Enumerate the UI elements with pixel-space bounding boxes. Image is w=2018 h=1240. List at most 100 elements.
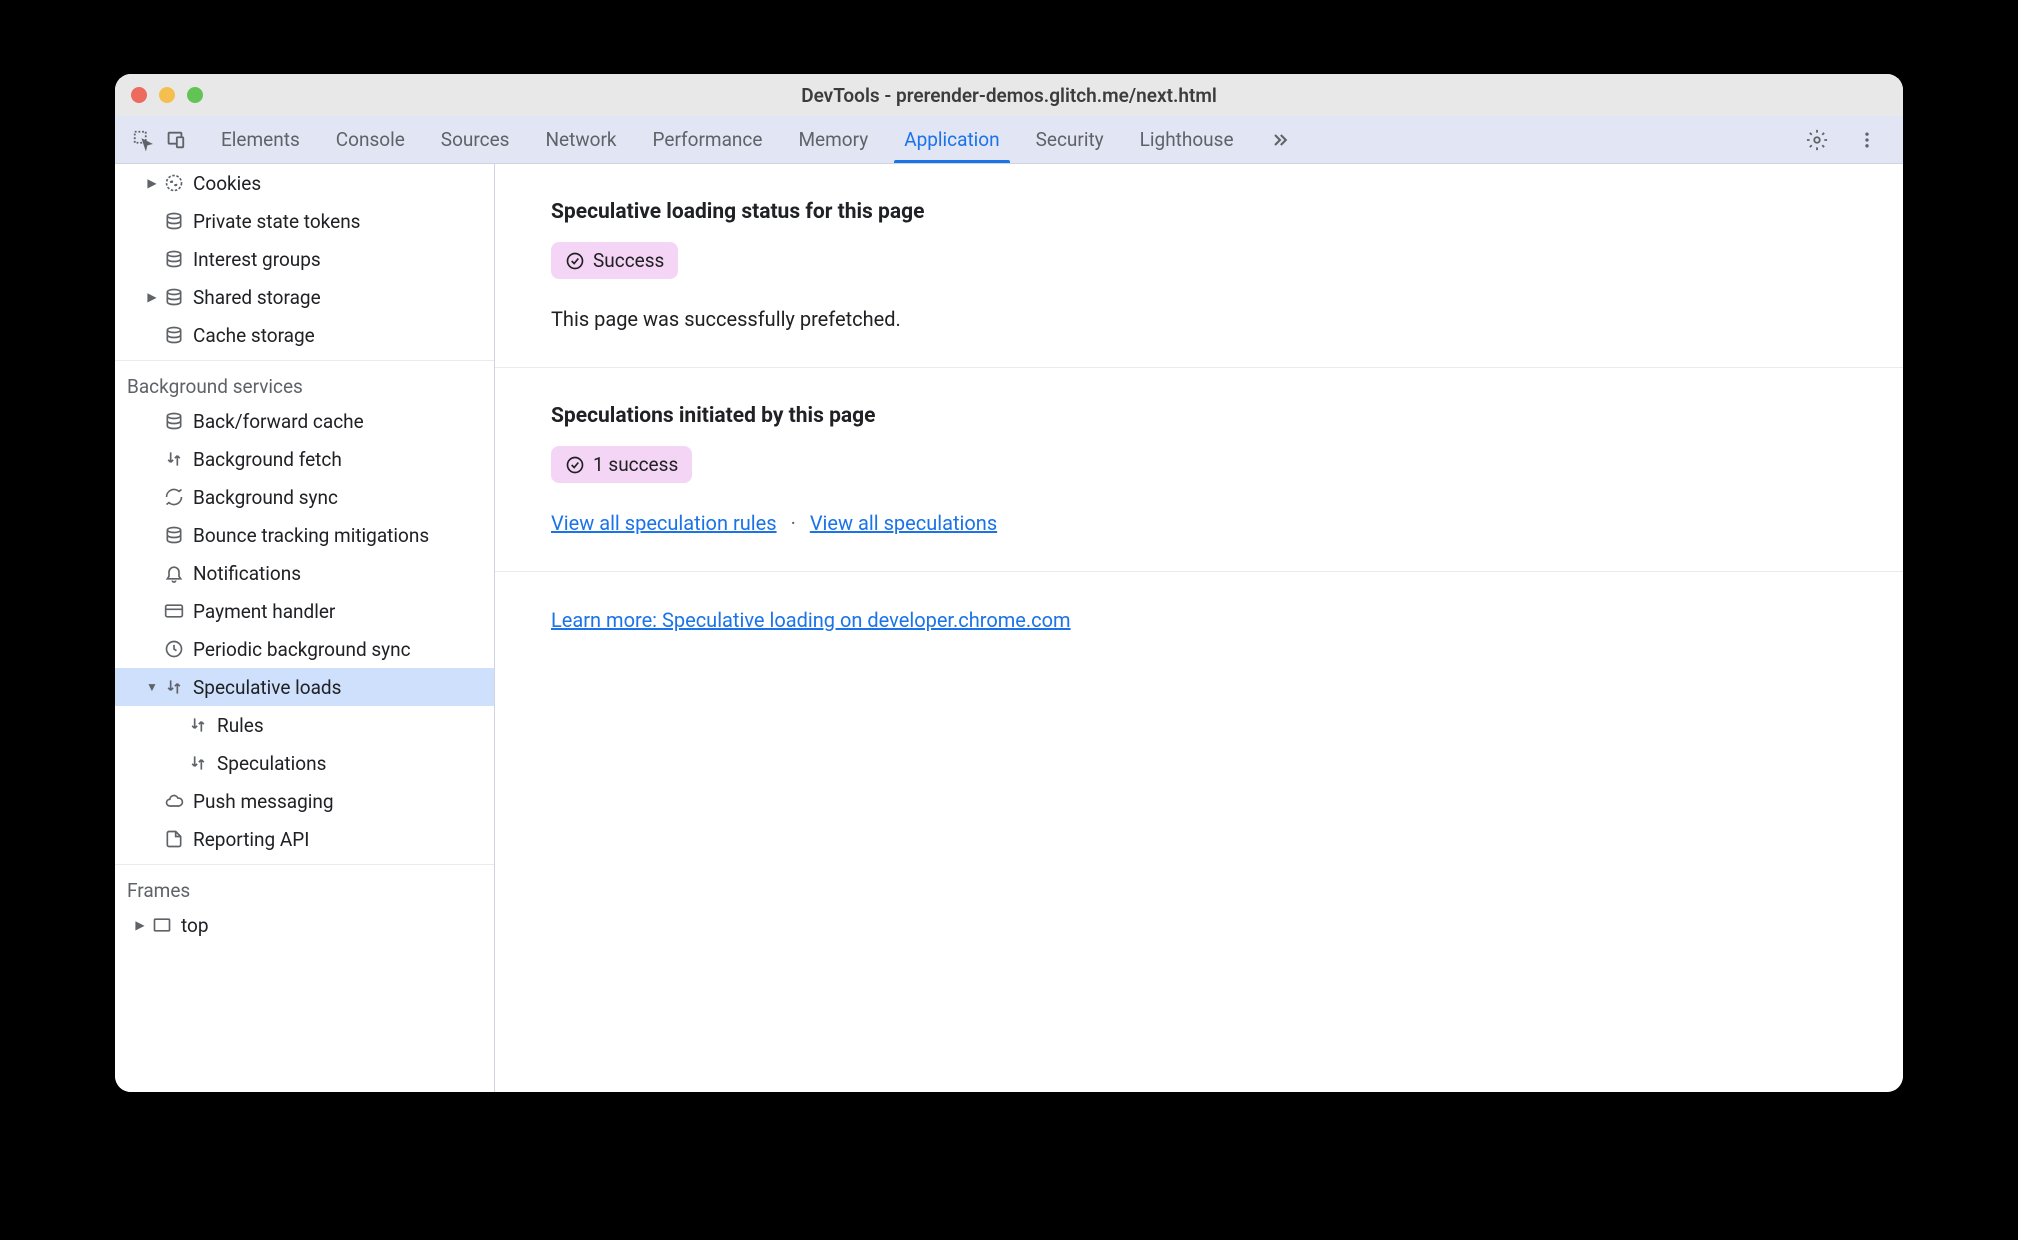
tree-label: Rules xyxy=(217,714,264,737)
more-options-icon[interactable] xyxy=(1851,124,1883,156)
tab-security[interactable]: Security xyxy=(1018,116,1122,163)
sidebar-item-background-sync[interactable]: Background sync xyxy=(115,478,494,516)
tab-console[interactable]: Console xyxy=(318,116,423,163)
tab-label: Lighthouse xyxy=(1140,128,1234,151)
chevron-right-double-icon xyxy=(1270,130,1290,150)
sidebar-item-cache-storage[interactable]: Cache storage xyxy=(115,316,494,354)
sidebar-section-frames: Frames xyxy=(115,864,494,906)
tab-label: Console xyxy=(336,128,405,151)
sync-icon xyxy=(163,486,185,508)
tree-label: Push messaging xyxy=(193,790,334,813)
tab-memory[interactable]: Memory xyxy=(780,116,886,163)
link-learn-more[interactable]: Learn more: Speculative loading on devel… xyxy=(551,608,1071,632)
updown-icon xyxy=(187,752,209,774)
tab-label: Security xyxy=(1036,128,1104,151)
check-circle-icon xyxy=(565,251,585,271)
clock-icon xyxy=(163,638,185,660)
updown-icon xyxy=(187,714,209,736)
toolbar-right xyxy=(1801,124,1891,156)
sidebar-item-background-fetch[interactable]: Background fetch xyxy=(115,440,494,478)
close-window-button[interactable] xyxy=(131,87,147,103)
sidebar-item-rules[interactable]: Rules xyxy=(115,706,494,744)
status-badge: Success xyxy=(551,242,678,279)
sidebar-item-bounce-tracking[interactable]: Bounce tracking mitigations xyxy=(115,516,494,554)
sidebar-item-speculative-loads[interactable]: ▼ Speculative loads xyxy=(115,668,494,706)
tab-label: Sources xyxy=(441,128,510,151)
tree-label: Speculations xyxy=(217,752,326,775)
sidebar-item-speculations[interactable]: Speculations xyxy=(115,744,494,782)
cloud-icon xyxy=(163,790,185,812)
section-loading-status: Speculative loading status for this page… xyxy=(495,164,1903,368)
tree-label: Notifications xyxy=(193,562,301,585)
database-icon xyxy=(163,248,185,270)
traffic-lights xyxy=(131,87,203,103)
tree-label: Cookies xyxy=(193,172,261,195)
expand-arrow-icon: ▶ xyxy=(145,290,159,304)
window-title: DevTools - prerender-demos.glitch.me/nex… xyxy=(115,84,1903,107)
database-icon xyxy=(163,524,185,546)
sidebar-item-push-messaging[interactable]: Push messaging xyxy=(115,782,494,820)
application-sidebar: ▶ Cookies Private state tokens Interest … xyxy=(115,164,495,1092)
main-panel: Speculative loading status for this page… xyxy=(495,164,1903,1092)
sidebar-item-reporting-api[interactable]: Reporting API xyxy=(115,820,494,858)
tab-elements[interactable]: Elements xyxy=(203,116,318,163)
link-view-all-speculations[interactable]: View all speculations xyxy=(810,511,997,535)
database-icon xyxy=(163,324,185,346)
bell-icon xyxy=(163,562,185,584)
status-text: Success xyxy=(593,249,664,272)
sidebar-section-background-services: Background services xyxy=(115,360,494,402)
tree-label: Background fetch xyxy=(193,448,342,471)
separator: · xyxy=(791,511,796,535)
link-view-all-rules[interactable]: View all speculation rules xyxy=(551,511,777,535)
content-area: ▶ Cookies Private state tokens Interest … xyxy=(115,164,1903,1092)
status-text: 1 success xyxy=(593,453,678,476)
tree-label: Payment handler xyxy=(193,600,335,623)
inspect-element-icon[interactable] xyxy=(127,124,159,156)
device-toolbar-icon[interactable] xyxy=(159,124,191,156)
tab-sources[interactable]: Sources xyxy=(423,116,528,163)
card-icon xyxy=(163,600,185,622)
tab-performance[interactable]: Performance xyxy=(635,116,781,163)
expand-arrow-icon: ▶ xyxy=(133,918,147,932)
database-icon xyxy=(163,286,185,308)
tree-label: Bounce tracking mitigations xyxy=(193,524,429,547)
section-speculations-initiated: Speculations initiated by this page 1 su… xyxy=(495,368,1903,572)
tree-label: Cache storage xyxy=(193,324,315,347)
sidebar-item-back-forward-cache[interactable]: Back/forward cache xyxy=(115,402,494,440)
toolbar: Elements Console Sources Network Perform… xyxy=(115,116,1903,164)
devtools-window: DevTools - prerender-demos.glitch.me/nex… xyxy=(115,74,1903,1092)
database-icon xyxy=(163,210,185,232)
sidebar-item-notifications[interactable]: Notifications xyxy=(115,554,494,592)
settings-icon[interactable] xyxy=(1801,124,1833,156)
tab-overflow[interactable] xyxy=(1252,116,1308,163)
expand-arrow-icon: ▶ xyxy=(145,176,159,190)
sidebar-item-cookies[interactable]: ▶ Cookies xyxy=(115,164,494,202)
sidebar-item-frame-top[interactable]: ▶ top xyxy=(115,906,494,944)
tab-network[interactable]: Network xyxy=(527,116,634,163)
sidebar-item-private-state-tokens[interactable]: Private state tokens xyxy=(115,202,494,240)
minimize-window-button[interactable] xyxy=(159,87,175,103)
sidebar-item-periodic-sync[interactable]: Periodic background sync xyxy=(115,630,494,668)
tab-label: Network xyxy=(545,128,616,151)
tab-label: Elements xyxy=(221,128,300,151)
tree-label: Background sync xyxy=(193,486,338,509)
tree-label: Periodic background sync xyxy=(193,638,411,661)
sidebar-item-payment-handler[interactable]: Payment handler xyxy=(115,592,494,630)
collapse-arrow-icon: ▼ xyxy=(145,680,159,694)
sidebar-item-interest-groups[interactable]: Interest groups xyxy=(115,240,494,278)
maximize-window-button[interactable] xyxy=(187,87,203,103)
tree-label: Speculative loads xyxy=(193,676,341,699)
tab-label: Memory xyxy=(798,128,868,151)
tab-application[interactable]: Application xyxy=(886,116,1017,163)
tree-label: Private state tokens xyxy=(193,210,361,233)
titlebar: DevTools - prerender-demos.glitch.me/nex… xyxy=(115,74,1903,116)
updown-icon xyxy=(163,676,185,698)
tab-label: Application xyxy=(904,128,999,151)
check-circle-icon xyxy=(565,455,585,475)
updown-icon xyxy=(163,448,185,470)
sidebar-item-shared-storage[interactable]: ▶ Shared storage xyxy=(115,278,494,316)
tree-label: Back/forward cache xyxy=(193,410,364,433)
status-description: This page was successfully prefetched. xyxy=(551,307,1847,331)
tree-label: Interest groups xyxy=(193,248,321,271)
tab-lighthouse[interactable]: Lighthouse xyxy=(1122,116,1252,163)
